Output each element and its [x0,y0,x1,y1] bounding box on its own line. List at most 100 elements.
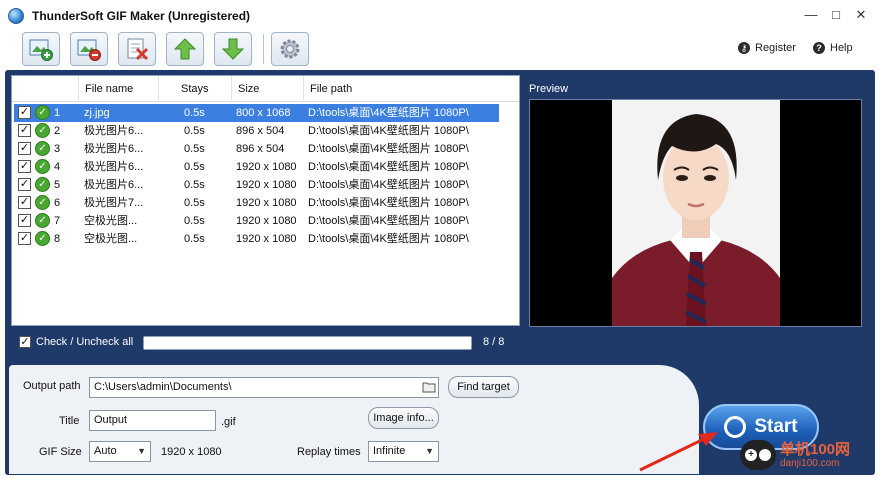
row-stays: 0.5s [184,161,205,173]
row-stays: 0.5s [184,233,205,245]
row-size: 896 x 504 [236,143,285,155]
remove-image-button[interactable] [70,32,108,66]
row-number: 4 [54,161,61,173]
row-stays: 0.5s [184,107,205,119]
image-info-button[interactable]: Image info... [368,407,439,429]
row-file-name: 极光图片6... [84,161,144,173]
move-down-icon [221,38,245,60]
file-list[interactable]: File name Stays Size File path ✓ ✓ 1 zj.jpg… [11,75,520,326]
row-file-path: D:\tools\桌面\4K壁纸图片 1080P\ [308,215,469,227]
row-stays: 0.5s [184,125,205,137]
check-ok-icon: ✓ [35,213,50,228]
column-header-stays[interactable]: Stays [158,76,231,102]
check-all-label: Check / Uncheck all [36,336,134,348]
row-file-name: 极光图片6... [84,125,144,137]
gif-size-value: Auto [94,445,117,457]
minimize-button[interactable]: — [800,5,822,25]
key-icon: ⚷ [738,42,750,54]
progress-bar [143,336,472,350]
table-row[interactable]: ✓ ✓ 3 极光图片6... 0.5s 896 x 504 D:\tools\桌面\4K壁纸… [14,140,499,158]
row-number: 5 [54,179,61,191]
clear-list-icon [127,38,149,61]
settings-gear-icon [280,39,300,59]
output-path-field[interactable]: C:\Users\admin\Documents\ [89,377,439,398]
check-all-checkbox[interactable]: ✓ [19,336,31,348]
row-number: 1 [54,107,61,119]
row-checkbox[interactable]: ✓ [18,196,31,209]
row-size: 800 x 1068 [236,107,291,119]
row-file-path: D:\tools\桌面\4K壁纸图片 1080P\ [308,161,469,173]
row-checkbox[interactable]: ✓ [18,178,31,191]
watermark-text: 单机100网 [780,440,851,458]
toolbar-separator [263,34,264,64]
move-up-button[interactable] [166,32,204,66]
clear-list-button[interactable] [118,32,156,66]
row-number: 7 [54,215,61,227]
row-file-path: D:\tools\桌面\4K壁纸图片 1080P\ [308,143,469,155]
chevron-down-icon: ▼ [425,446,434,456]
row-checkbox[interactable]: ✓ [18,160,31,173]
row-checkbox[interactable]: ✓ [18,106,31,119]
row-file-name: 极光图片6... [84,179,144,191]
window-title: ThunderSoft GIF Maker (Unregistered) [32,9,251,23]
replay-times-value: Infinite [373,445,406,457]
folder-icon [422,382,436,393]
help-label: Help [830,42,853,54]
preview-photo [612,100,780,326]
check-ok-icon: ✓ [35,123,50,138]
row-file-path: D:\tools\桌面\4K壁纸图片 1080P\ [308,107,469,119]
move-down-button[interactable] [214,32,252,66]
replay-times-select[interactable]: Infinite ▼ [368,441,439,462]
gif-size-label: GIF Size [39,446,82,458]
gif-size-dimensions: 1920 x 1080 [161,446,222,458]
settings-button[interactable] [271,32,309,66]
close-button[interactable]: ✕ [850,5,872,25]
column-header-size[interactable]: Size [231,76,303,102]
file-list-header: File name Stays Size File path [12,76,519,102]
help-link[interactable]: ? Help [813,42,853,54]
find-target-button[interactable]: Find target [448,376,519,398]
gif-size-select[interactable]: Auto ▼ [89,441,151,462]
check-ok-icon: ✓ [35,105,50,120]
watermark-logo: + [740,440,776,470]
row-file-name: 极光图片7... [84,197,144,209]
column-header-file-name[interactable]: File name [78,76,158,102]
check-ok-icon: ✓ [35,231,50,246]
check-ok-icon: ✓ [35,177,50,192]
title-field[interactable]: Output [89,410,216,431]
table-row[interactable]: ✓ ✓ 7 空极光图... 0.5s 1920 x 1080 D:\tools\桌面\4K壁… [14,212,499,230]
maximize-button[interactable]: □ [825,5,847,25]
check-ok-icon: ✓ [35,195,50,210]
row-file-path: D:\tools\桌面\4K壁纸图片 1080P\ [308,179,469,191]
replay-times-label: Replay times [297,446,361,458]
check-ok-icon: ✓ [35,141,50,156]
check-uncheck-all[interactable]: ✓ Check / Uncheck all [19,336,133,348]
row-checkbox[interactable]: ✓ [18,142,31,155]
register-link[interactable]: ⚷ Register [738,42,796,54]
row-file-name: 空极光图... [84,233,138,245]
table-row[interactable]: ✓ ✓ 6 极光图片7... 0.5s 1920 x 1080 D:\tools\桌面\4K… [14,194,499,212]
browse-folder-button[interactable] [420,378,438,396]
preview-area [529,99,862,327]
row-size: 1920 x 1080 [236,179,297,191]
row-stays: 0.5s [184,197,205,209]
register-label: Register [755,42,796,54]
table-row[interactable]: ✓ ✓ 2 极光图片6... 0.5s 896 x 504 D:\tools\桌面\4K壁纸… [14,122,499,140]
row-stays: 0.5s [184,215,205,227]
row-number: 2 [54,125,61,137]
column-header-file-path[interactable]: File path [303,76,499,102]
title-label: Title [59,415,80,427]
table-row[interactable]: ✓ ✓ 8 空极光图... 0.5s 1920 x 1080 D:\tools\桌面\4K壁… [14,230,499,248]
add-image-button[interactable] [22,32,60,66]
add-image-icon [29,39,53,61]
row-checkbox[interactable]: ✓ [18,124,31,137]
progress-count: 8 / 8 [483,336,505,348]
row-file-name: 极光图片6... [84,143,144,155]
table-row[interactable]: ✓ ✓ 1 zj.jpg 0.5s 800 x 1068 D:\tools\桌面\4K壁纸图… [14,104,499,122]
table-row[interactable]: ✓ ✓ 4 极光图片6... 0.5s 1920 x 1080 D:\tools\桌面\4K… [14,158,499,176]
row-checkbox[interactable]: ✓ [18,232,31,245]
chevron-down-icon: ▼ [137,446,146,456]
row-checkbox[interactable]: ✓ [18,214,31,227]
row-file-path: D:\tools\桌面\4K壁纸图片 1080P\ [308,197,469,209]
table-row[interactable]: ✓ ✓ 5 极光图片6... 0.5s 1920 x 1080 D:\tools\桌面\4K… [14,176,499,194]
